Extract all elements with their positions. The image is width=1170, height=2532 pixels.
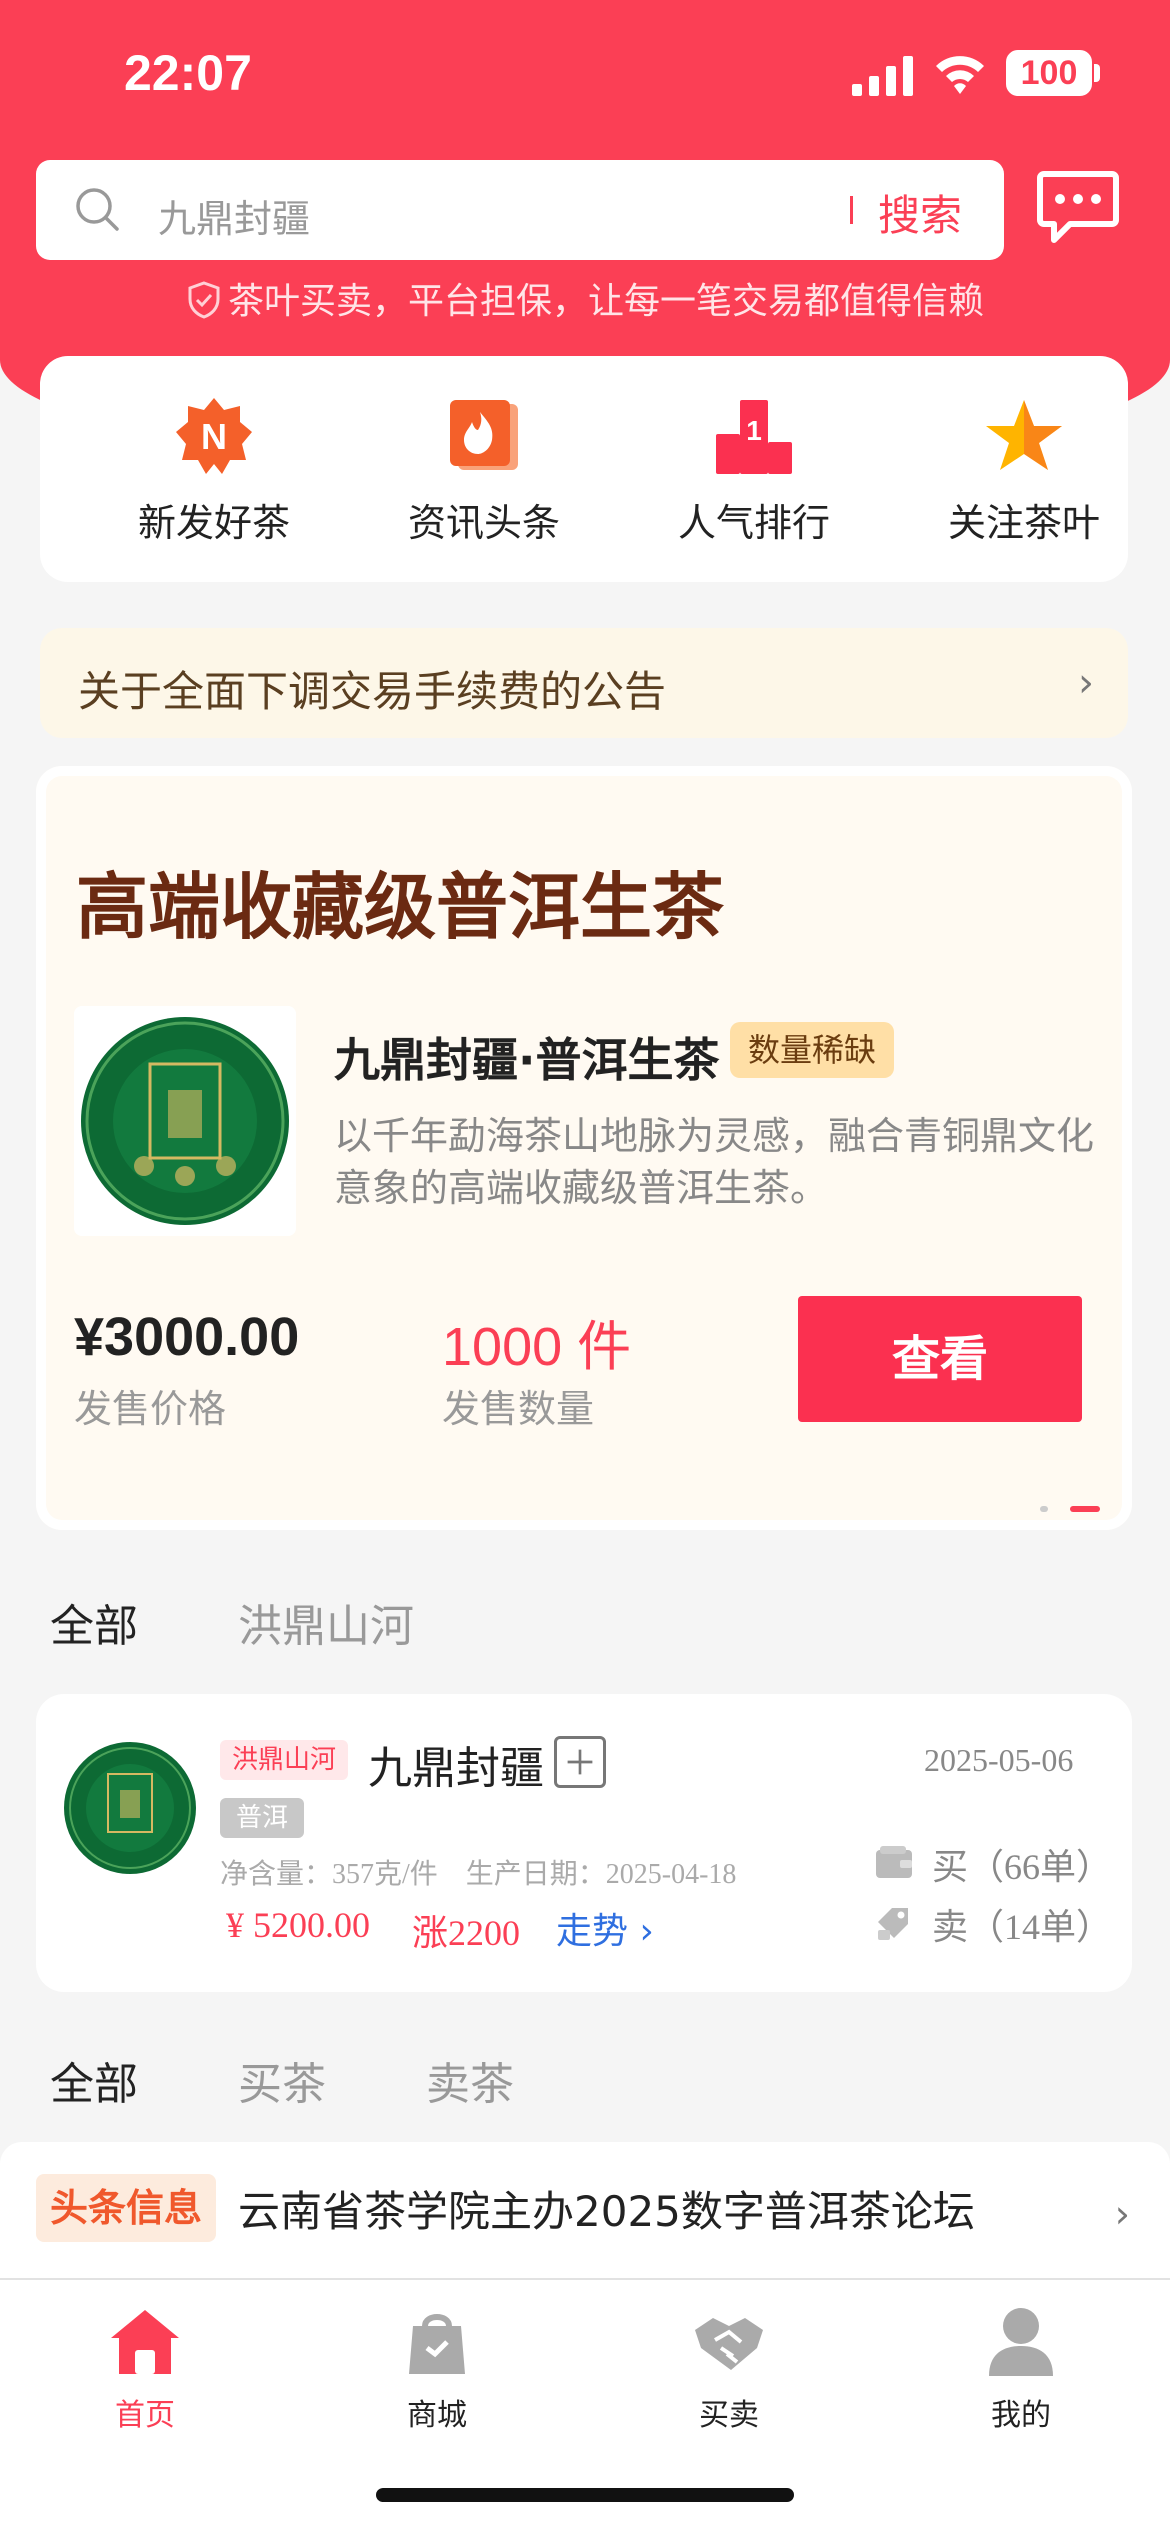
home-indicator bbox=[376, 2488, 794, 2502]
price-rise: 涨2200 bbox=[412, 1913, 521, 1953]
search-bar[interactable]: 九鼎封疆 搜索 bbox=[36, 160, 1004, 260]
new-badge-icon: N bbox=[176, 398, 252, 474]
quick-nav-card: N 新发好茶 资讯头条 1 人气排行 关注茶叶 bbox=[40, 356, 1128, 582]
announcement-text: 关于全面下调交易手续费的公告 bbox=[78, 667, 667, 716]
search-input[interactable]: 九鼎封疆 bbox=[158, 188, 310, 243]
featured-banner[interactable]: 高端收藏级普洱生茶 九鼎封疆·普洱生茶 数量稀缺 以千年勐海茶山地脉为灵感，融合… bbox=[36, 766, 1132, 1530]
listing-date: 2025-05-06 bbox=[924, 1742, 1074, 1778]
tea-cake-image bbox=[74, 1006, 296, 1236]
tea-cake-thumbnail bbox=[64, 1742, 196, 1874]
product-meta: 净含量：357克/件 生产日期：2025-04-18 bbox=[220, 1859, 737, 1890]
product-name: 九鼎封疆 bbox=[368, 1743, 544, 1794]
tab-all-brands[interactable]: 全部 bbox=[50, 1590, 138, 1654]
shop-bag-icon bbox=[409, 2314, 465, 2374]
release-price: ¥3000.00 bbox=[74, 1307, 300, 1367]
brand-tag: 洪鼎山河 bbox=[220, 1740, 349, 1780]
add-follow-icon[interactable] bbox=[554, 1736, 606, 1788]
podium-rank-icon: 1 bbox=[716, 400, 792, 474]
quick-nav-label: 新发好茶 bbox=[137, 501, 290, 545]
trend-link[interactable]: 走势 › bbox=[556, 1902, 654, 1954]
status-bar: 22:07 100 bbox=[0, 0, 1170, 150]
search-icon bbox=[76, 188, 119, 231]
tab-bar-trade[interactable]: 买卖 bbox=[654, 2304, 804, 2434]
status-time: 22:07 bbox=[124, 45, 252, 101]
trend-link-label: 走势 bbox=[556, 1911, 629, 1952]
svg-text:1: 1 bbox=[746, 415, 762, 446]
announcement-bar[interactable]: 关于全面下调交易手续费的公告 › bbox=[40, 628, 1128, 738]
chevron-right-icon: › bbox=[1078, 660, 1094, 706]
message-icon[interactable] bbox=[1036, 168, 1120, 246]
tab-buy-tea[interactable]: 买茶 bbox=[238, 2048, 326, 2112]
buy-orders: 买（66单） bbox=[932, 1847, 1113, 1887]
view-button[interactable]: 查看 bbox=[798, 1296, 1082, 1422]
shield-check-icon bbox=[188, 281, 220, 319]
svg-text:N: N bbox=[201, 416, 227, 457]
carousel-dot[interactable] bbox=[1040, 1506, 1048, 1512]
battery-indicator: 100 bbox=[1006, 50, 1092, 96]
star-follow-icon bbox=[986, 400, 1062, 470]
headline-news-bar[interactable]: 头条信息 云南省茶学院主办2025数字普洱茶论坛 › bbox=[0, 2142, 1170, 2282]
banner-product-name: 九鼎封疆·普洱生茶 bbox=[334, 1033, 720, 1087]
tab-bar-label: 首页 bbox=[115, 2398, 175, 2433]
quick-nav-news[interactable]: 资讯头条 bbox=[384, 396, 584, 547]
banner-product-description: 以千年勐海茶山地脉为灵感，融合青铜鼎文化意象的高端收藏级普洱生茶。 bbox=[334, 1114, 1095, 1210]
tab-sell-tea[interactable]: 卖茶 bbox=[426, 2048, 514, 2112]
product-price: ¥ 5200.00 bbox=[226, 1905, 370, 1945]
quick-nav-new-tea[interactable]: N 新发好茶 bbox=[114, 396, 314, 547]
wifi-icon bbox=[936, 56, 984, 94]
headline-tag: 头条信息 bbox=[36, 2174, 217, 2242]
sell-orders: 卖（14单） bbox=[932, 1907, 1113, 1947]
tab-bar-profile[interactable]: 我的 bbox=[946, 2304, 1096, 2434]
release-price-label: 发售价格 bbox=[74, 1387, 227, 1431]
tab-bar-label: 买卖 bbox=[699, 2398, 759, 2433]
news-flame-icon bbox=[450, 400, 518, 470]
banner-title: 高端收藏级普洱生茶 bbox=[76, 865, 725, 949]
tab-bar-label: 商城 bbox=[407, 2398, 467, 2433]
quick-nav-label: 人气排行 bbox=[677, 501, 830, 545]
category-tag: 普洱 bbox=[220, 1798, 305, 1838]
tab-bar-home[interactable]: 首页 bbox=[70, 2304, 220, 2434]
search-button[interactable]: 搜索 bbox=[878, 182, 962, 243]
cellular-signal-icon bbox=[852, 56, 913, 96]
release-quantity: 1000 件 bbox=[442, 1317, 632, 1377]
tab-bar-shop[interactable]: 商城 bbox=[362, 2304, 512, 2434]
tab-bar-label: 我的 bbox=[991, 2398, 1051, 2433]
chevron-right-icon: › bbox=[1114, 2192, 1130, 2236]
release-quantity-label: 发售数量 bbox=[442, 1387, 595, 1431]
quick-nav-label: 资讯头条 bbox=[407, 501, 560, 545]
tab-all-trades[interactable]: 全部 bbox=[50, 2048, 138, 2112]
product-list-item[interactable]: 洪鼎山河 九鼎封疆 2025-05-06 普洱 净含量：357克/件 生产日期：… bbox=[36, 1694, 1132, 1992]
home-icon bbox=[111, 2310, 179, 2374]
search-divider bbox=[850, 196, 853, 224]
wallet-icon bbox=[876, 1846, 912, 1878]
quick-nav-follow[interactable]: 关注茶叶 bbox=[924, 396, 1124, 547]
quick-nav-label: 关注茶叶 bbox=[947, 501, 1100, 545]
headline-text: 云南省茶学院主办2025数字普洱茶论坛 bbox=[238, 2187, 975, 2236]
price-tag-icon bbox=[878, 1908, 908, 1940]
carousel-dot-active[interactable] bbox=[1070, 1506, 1100, 1512]
tab-brand-hongding[interactable]: 洪鼎山河 bbox=[238, 1590, 414, 1654]
profile-icon bbox=[989, 2308, 1053, 2376]
handshake-icon bbox=[695, 2318, 763, 2370]
chevron-right-icon: › bbox=[639, 1911, 654, 1952]
slogan-text: 茶叶买卖，平台担保，让每一笔交易都值得信赖 bbox=[227, 281, 984, 322]
battery-tip bbox=[1094, 64, 1100, 82]
slogan: 茶叶买卖，平台担保，让每一笔交易都值得信赖 bbox=[0, 272, 1170, 324]
scarcity-badge: 数量稀缺 bbox=[730, 1022, 895, 1078]
quick-nav-ranking[interactable]: 1 人气排行 bbox=[654, 396, 854, 547]
